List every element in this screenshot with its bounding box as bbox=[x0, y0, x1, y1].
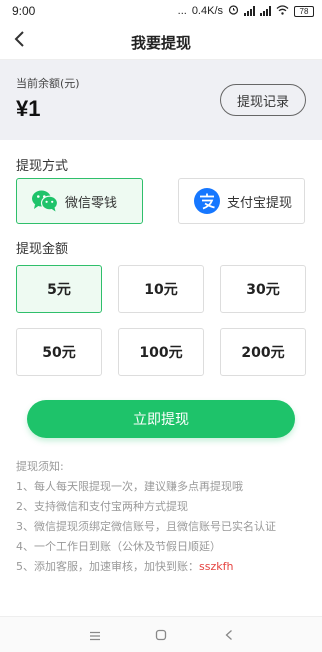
signal-icon-2 bbox=[260, 6, 271, 16]
signal-icon bbox=[244, 6, 255, 16]
notes-title: 提现须知: bbox=[16, 460, 64, 473]
alipay-icon bbox=[193, 187, 221, 215]
back-nav-button[interactable] bbox=[220, 626, 238, 644]
network-speed: 0.4K/s bbox=[191, 5, 223, 17]
system-nav-bar bbox=[0, 616, 322, 652]
wifi-icon bbox=[276, 4, 289, 18]
withdraw-record-button[interactable]: 提现记录 bbox=[220, 84, 306, 116]
wechat-icon bbox=[31, 187, 59, 215]
balance-panel: 当前余额(元) ¥1 提现记录 bbox=[0, 60, 322, 140]
withdraw-now-button[interactable]: 立即提现 bbox=[27, 400, 295, 438]
status-time: 9:00 bbox=[12, 4, 36, 18]
balance-label: 当前余额(元) bbox=[16, 77, 80, 90]
balance-amount: ¥1 bbox=[16, 96, 41, 121]
page-title: 我要提现 bbox=[130, 34, 191, 52]
alarm-icon bbox=[228, 4, 239, 18]
amount-option-30[interactable]: 30元 bbox=[220, 265, 306, 313]
notes-item: 1、每人每天限提现一次，建议赚多点再提现哦 bbox=[16, 480, 243, 493]
method-label-alipay: 支付宝提现 bbox=[227, 195, 293, 211]
nav-bar: 我要提现 bbox=[0, 22, 322, 60]
notes-contact-prefix: 5、添加客服，加速审核，加快到账： bbox=[16, 560, 199, 573]
method-option-alipay[interactable]: 支付宝提现 bbox=[178, 178, 305, 224]
notes-item: 4、一个工作日到账（公休及节假日顺延） bbox=[16, 540, 221, 553]
status-dots: ... bbox=[177, 5, 187, 17]
method-option-wechat[interactable]: 微信零钱 bbox=[16, 178, 143, 224]
notes-item: 2、支持微信和支付宝两种方式提现 bbox=[16, 500, 188, 513]
status-bar: 9:00 ... 0.4K/s 78 bbox=[0, 0, 322, 22]
notes-item: 3、微信提现须绑定微信账号，且微信账号已实名认证 bbox=[16, 520, 276, 533]
triangle-back-icon bbox=[224, 626, 234, 645]
status-indicators: ... 0.4K/s 78 bbox=[178, 4, 314, 18]
amount-option-10[interactable]: 10元 bbox=[118, 265, 204, 313]
amount-option-5[interactable]: 5元 bbox=[16, 265, 102, 313]
battery-indicator: 78 bbox=[294, 5, 314, 17]
amount-option-100[interactable]: 100元 bbox=[118, 328, 204, 376]
menu-icon bbox=[89, 626, 101, 645]
amount-option-50[interactable]: 50元 bbox=[16, 328, 102, 376]
amount-option-200[interactable]: 200元 bbox=[220, 328, 306, 376]
method-section-title: 提现方式 bbox=[16, 159, 69, 174]
home-icon bbox=[155, 626, 167, 645]
home-button[interactable] bbox=[152, 626, 170, 644]
menu-button[interactable] bbox=[86, 626, 104, 644]
notes-item-contact: 5、添加客服，加速审核，加快到账：sszkfh bbox=[16, 557, 312, 577]
withdraw-notes: 提现须知: 1、每人每天限提现一次，建议赚多点再提现哦 2、支持微信和支付宝两种… bbox=[16, 457, 312, 577]
method-label-wechat: 微信零钱 bbox=[65, 195, 118, 211]
service-contact-id: sszkfh bbox=[199, 560, 234, 573]
amount-section-title: 提现金额 bbox=[16, 242, 69, 257]
